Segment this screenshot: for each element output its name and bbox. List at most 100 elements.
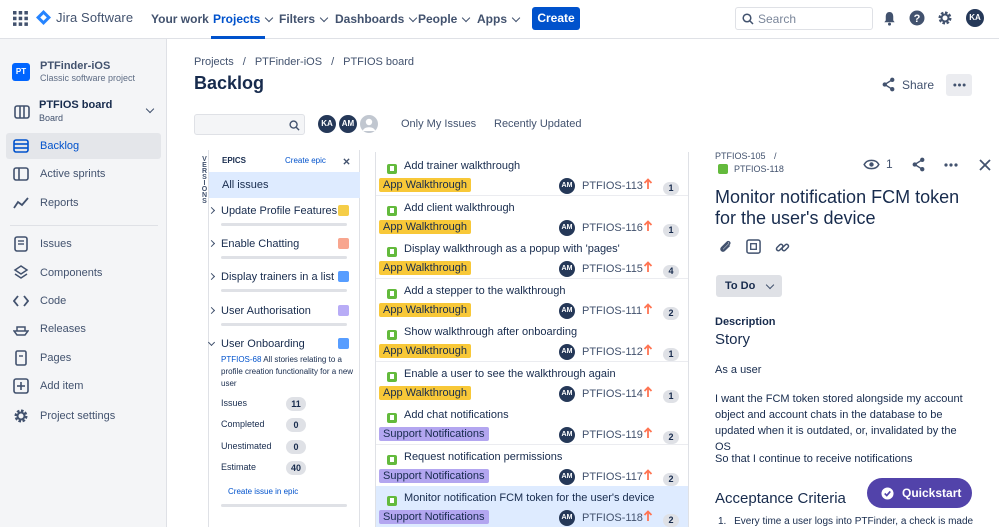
epic-menu-chevron-icon[interactable]	[338, 305, 349, 316]
notifications-icon[interactable]	[882, 11, 897, 26]
project-name[interactable]: PTFinder-iOS	[40, 60, 110, 72]
create-button[interactable]: Create	[532, 7, 580, 30]
watchers-button[interactable]: 1	[863, 157, 893, 171]
assignee-avatar[interactable]: AM	[559, 302, 575, 319]
assignee-avatar[interactable]: AM	[559, 344, 575, 360]
all-issues-item[interactable]: All issues	[209, 172, 360, 198]
status-dropdown[interactable]: To Do	[716, 275, 782, 297]
assignee-avatar[interactable]: AM	[559, 219, 575, 236]
issue-key[interactable]: PTFIOS-115	[582, 263, 643, 275]
epic-key-link[interactable]: PTFIOS-68	[221, 355, 261, 364]
epic-lozenge[interactable]: Support Notifications	[379, 468, 489, 483]
sidebar-item-issues[interactable]: Issues	[6, 231, 161, 257]
epic-lozenge[interactable]: App Walkthrough	[379, 261, 471, 275]
breadcrumb-projects[interactable]: Projects	[194, 56, 234, 68]
nav-apps[interactable]: Apps	[477, 12, 521, 26]
project-avatar[interactable]: PT	[12, 63, 30, 81]
quickstart-button[interactable]: Quickstart	[867, 478, 972, 508]
epic-item[interactable]: Enable Chatting	[207, 238, 353, 260]
epic-menu-chevron-icon[interactable]	[338, 238, 349, 249]
issue-key[interactable]: PTFIOS-114	[582, 388, 643, 400]
filter-avatar-unassigned[interactable]	[358, 113, 380, 135]
epic-lozenge[interactable]: Support Notifications	[379, 427, 489, 441]
assignee-avatar[interactable]: AM	[559, 510, 575, 526]
epic-lozenge[interactable]: App Walkthrough	[379, 219, 471, 234]
create-issue-in-epic-link[interactable]: Create issue in epic	[228, 487, 298, 496]
breadcrumb-project[interactable]: PTFinder-iOS	[255, 56, 322, 68]
assignee-avatar[interactable]: AM	[559, 468, 575, 485]
sidebar-item-code[interactable]: Code	[6, 288, 161, 314]
close-icon[interactable]	[343, 158, 350, 165]
filter-avatar-ka[interactable]: KA	[316, 113, 338, 135]
more-dots-icon[interactable]	[944, 163, 958, 167]
issue-row[interactable]: Add a stepper to the walkthrough App Walk…	[376, 278, 688, 321]
settings-gear-icon[interactable]	[937, 10, 953, 26]
sidebar-item-add-item[interactable]: Add item	[6, 373, 161, 399]
only-my-issues-filter[interactable]: Only My Issues	[401, 118, 476, 130]
filter-avatar-am[interactable]: AM	[337, 113, 359, 135]
jira-logo[interactable]: Jira Software	[36, 10, 133, 25]
assignee-avatar[interactable]: AM	[559, 261, 575, 277]
issue-row[interactable]: Show walkthrough after onboarding App Wal…	[376, 320, 688, 362]
epic-menu-chevron-icon[interactable]	[338, 338, 349, 349]
recently-updated-filter[interactable]: Recently Updated	[494, 118, 581, 130]
epic-menu-chevron-icon[interactable]	[338, 271, 349, 282]
sidebar-item-backlog[interactable]: Backlog	[6, 133, 161, 159]
link-issue-icon[interactable]	[775, 240, 790, 255]
assignee-avatar[interactable]: AM	[559, 178, 575, 194]
issue-row[interactable]: Display walkthrough as a popup with 'pag…	[376, 237, 688, 279]
issue-key[interactable]: PTFIOS-119	[582, 429, 643, 441]
parent-issue-link[interactable]: PTFIOS-105 /	[715, 151, 777, 161]
epic-lozenge[interactable]: App Walkthrough	[379, 385, 471, 400]
issue-row[interactable]: Add trainer walkthrough App Walkthrough AM…	[376, 154, 688, 196]
issue-row[interactable]: Add client walkthrough App Walkthrough AM P…	[376, 195, 688, 238]
nav-projects[interactable]: Projects	[213, 12, 274, 26]
issue-row[interactable]: Request notification permissions Support …	[376, 444, 688, 487]
epic-item-expanded[interactable]: User Onboarding	[207, 338, 353, 352]
create-epic-link[interactable]: Create epic	[285, 156, 326, 165]
child-issue-icon[interactable]	[746, 239, 761, 254]
nav-dashboards[interactable]: Dashboards	[335, 12, 418, 26]
issue-key[interactable]: PTFIOS-111	[582, 305, 642, 317]
sidebar-item-reports[interactable]: Reports	[6, 190, 161, 216]
versions-tab[interactable]: VERSIONS	[194, 150, 208, 527]
issue-key[interactable]: PTFIOS-112	[582, 346, 643, 358]
issue-row[interactable]: Add chat notifications Support Notificati…	[376, 403, 688, 445]
issue-key[interactable]: PTFIOS-118	[582, 512, 643, 524]
assignee-avatar[interactable]: AM	[559, 427, 575, 443]
app-switcher-icon[interactable]	[13, 11, 28, 26]
share-icon[interactable]	[911, 157, 926, 172]
epic-menu-chevron-icon[interactable]	[338, 205, 349, 216]
issue-title[interactable]: Monitor notification FCM token for the u…	[715, 187, 985, 229]
epic-item[interactable]: Update Profile Features	[207, 205, 353, 227]
nav-people[interactable]: People	[418, 12, 471, 26]
sidebar-item-components[interactable]: Components	[6, 260, 161, 286]
issue-key-link[interactable]: PTFIOS-118	[718, 164, 784, 174]
sidebar-item-active-sprints[interactable]: Active sprints	[6, 161, 161, 187]
nav-your-work[interactable]: Your work	[151, 12, 209, 26]
share-button[interactable]: Share	[881, 77, 934, 92]
sidebar-item-pages[interactable]: Pages	[6, 345, 161, 371]
issue-key[interactable]: PTFIOS-117	[582, 471, 643, 483]
backlog-search-input[interactable]	[194, 114, 305, 135]
search-box[interactable]: Search	[735, 7, 873, 30]
sidebar-item-releases[interactable]: Releases	[6, 316, 161, 342]
close-icon[interactable]	[979, 159, 991, 171]
help-icon[interactable]: ?	[909, 10, 925, 26]
issue-row[interactable]: Monitor notification FCM token for the u…	[376, 486, 688, 527]
breadcrumb-board[interactable]: PTFIOS board	[343, 56, 414, 68]
nav-filters[interactable]: Filters	[279, 12, 329, 26]
assignee-avatar[interactable]: AM	[559, 385, 575, 402]
more-actions-button[interactable]	[946, 74, 972, 96]
epic-lozenge[interactable]: App Walkthrough	[379, 344, 471, 358]
issue-row[interactable]: Enable a user to see the walkthrough aga…	[376, 361, 688, 404]
issue-key[interactable]: PTFIOS-113	[582, 180, 643, 192]
user-avatar[interactable]: KA	[966, 9, 984, 27]
sidebar-item-project-settings[interactable]: Project settings	[6, 403, 161, 429]
epic-item[interactable]: Display trainers in a list	[207, 271, 353, 293]
epic-item[interactable]: User Authorisation	[207, 305, 353, 327]
board-selector[interactable]: PTFIOS board Board	[6, 95, 161, 129]
issue-key[interactable]: PTFIOS-116	[582, 222, 643, 234]
attachment-icon[interactable]	[718, 239, 733, 254]
epic-lozenge[interactable]: App Walkthrough	[379, 178, 471, 192]
